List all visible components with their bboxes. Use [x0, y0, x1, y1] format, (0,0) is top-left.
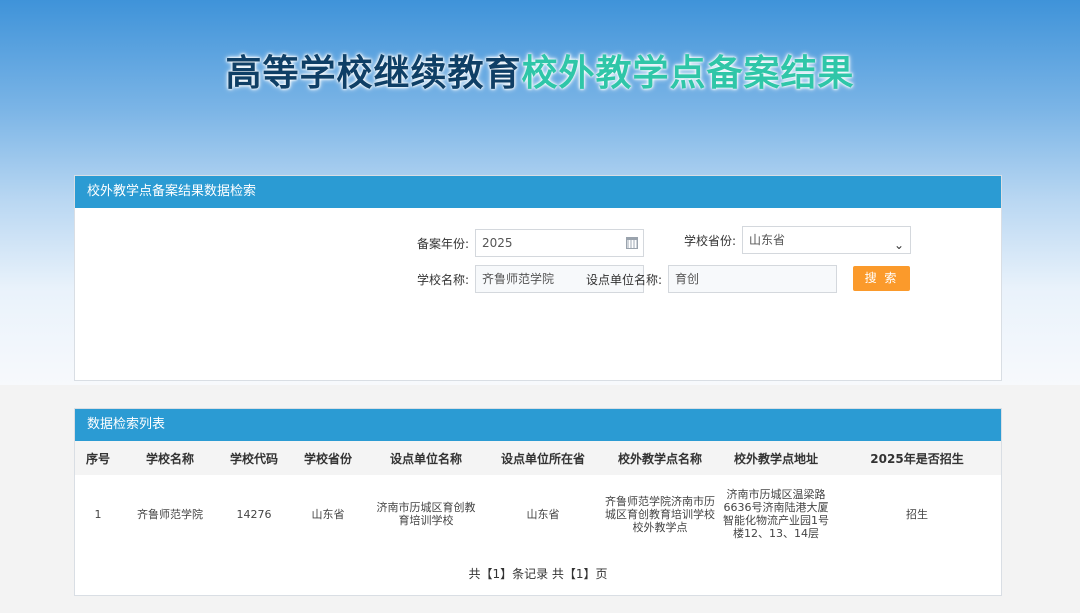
chevron-down-icon: ⌄	[893, 238, 904, 252]
cell-unit-name: 济南市历城区育创教育培训学校	[376, 501, 476, 527]
result-table: 序号 学校名称 学校代码 学校省份 设点单位名称 设点单位所在省 校外教学点名称…	[75, 441, 1001, 553]
column-header: 学校名称	[145, 451, 194, 466]
result-panel-heading: 数据检索列表	[75, 409, 1001, 441]
cell-index: 1	[94, 507, 102, 521]
column-header: 2025年是否招生	[870, 451, 964, 466]
column-header: 序号	[85, 451, 110, 466]
province-label: 学校省份:	[683, 233, 736, 248]
cell-enrollment: 招生	[906, 507, 928, 521]
page-title: 高等学校继续教育校外教学点备案结果	[0, 44, 1080, 96]
year-input[interactable]: 2025	[475, 229, 644, 257]
unit-label: 设点单位名称:	[585, 272, 662, 287]
province-value: 山东省	[749, 233, 786, 247]
school-value: 齐鲁师范学院	[482, 272, 555, 286]
column-header: 设点单位名称	[389, 451, 462, 466]
unit-input[interactable]: 育创	[668, 265, 837, 293]
year-label: 备案年份:	[416, 236, 469, 251]
column-header: 设点单位所在省	[500, 451, 585, 466]
year-value: 2025	[482, 236, 513, 250]
result-panel: 数据检索列表 序号 学校名称 学校代码 学校省份 设点单位名称 设点单位所在省 …	[74, 408, 1002, 596]
cell-site-name: 齐鲁师范学院济南市历城区育创教育培训学校校外教学点	[605, 494, 715, 534]
calendar-icon[interactable]	[626, 237, 638, 249]
table-header-row: 序号 学校名称 学校代码 学校省份 设点单位名称 设点单位所在省 校外教学点名称…	[75, 441, 1001, 475]
cell-school-province: 山东省	[311, 507, 345, 521]
page-title-part1: 高等学校继续教育	[225, 53, 522, 94]
province-select[interactable]: 山东省 ⌄	[742, 226, 911, 254]
cell-school-name: 齐鲁师范学院	[137, 507, 203, 521]
table-row: 1 齐鲁师范学院 14276 山东省 济南市历城区育创教育培训学校 山东省 齐鲁…	[75, 475, 1001, 553]
pagination: 共【1】条记录 共【1】页	[468, 567, 608, 581]
cell-unit-province: 山东省	[526, 507, 560, 521]
school-label: 学校名称:	[416, 272, 469, 287]
column-header: 校外教学点名称	[617, 451, 702, 466]
page-title-part2: 校外教学点备案结果	[521, 53, 855, 94]
column-header: 学校省份	[303, 451, 352, 466]
column-header: 学校代码	[229, 451, 278, 466]
column-header: 校外教学点地址	[733, 451, 818, 466]
search-panel-heading: 校外教学点备案结果数据检索	[75, 176, 1001, 208]
search-panel: 校外教学点备案结果数据检索 备案年份: 2025 学校省份: 山东省 ⌄ 学校名…	[74, 175, 1002, 381]
search-button[interactable]: 搜 索	[853, 266, 910, 291]
cell-site-address: 济南市历城区温梁路6636号济南陆港大厦智能化物流产业园1号楼12、13、14层	[723, 488, 829, 540]
cell-school-code: 14276	[236, 507, 272, 521]
unit-value: 育创	[675, 272, 700, 286]
